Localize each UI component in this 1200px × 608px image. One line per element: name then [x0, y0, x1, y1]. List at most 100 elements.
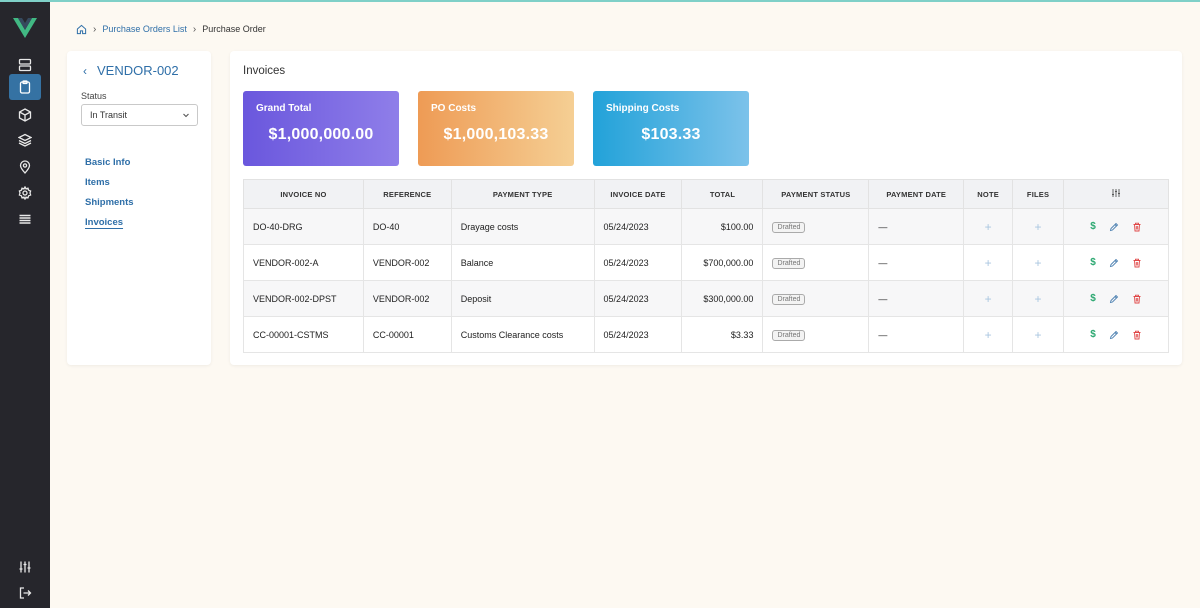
actions-cell: $ [1063, 208, 1169, 245]
payment-type-cell: Balance [450, 244, 595, 281]
add-note-icon[interactable]: + [985, 256, 992, 270]
column-header-reference[interactable]: REFERENCE [362, 179, 452, 209]
menu-basic-info[interactable]: Basic Info [85, 156, 134, 176]
files-cell: + [1012, 280, 1065, 317]
actions-cell: $ [1063, 244, 1169, 281]
breadcrumb-purchase-orders-list[interactable]: Purchase Orders List [102, 24, 187, 34]
sliders-icon[interactable] [9, 554, 41, 580]
add-note-icon[interactable]: + [985, 220, 992, 234]
note-cell: + [963, 280, 1014, 317]
edit-icon[interactable] [1109, 330, 1119, 340]
logout-icon[interactable] [9, 580, 41, 606]
location-icon[interactable] [9, 154, 41, 180]
actions-cell: $ [1063, 316, 1169, 353]
layers-icon[interactable] [9, 127, 41, 153]
delete-icon[interactable] [1132, 258, 1142, 268]
status-badge: Drafted [772, 329, 806, 341]
total-cell: $700,000.00 [681, 244, 764, 281]
column-header-files[interactable]: FILES [1012, 179, 1065, 209]
shipping-costs-label: Shipping Costs [606, 103, 680, 114]
status-select-value: In Transit [90, 110, 128, 120]
top-accent-line [0, 0, 1200, 2]
invoice-date-cell: 05/24/2023 [593, 244, 683, 281]
po-costs-value: $1,000,103.33 [443, 126, 549, 143]
add-file-icon[interactable]: + [1035, 292, 1042, 306]
add-file-icon[interactable]: + [1035, 256, 1042, 270]
status-badge: Drafted [772, 221, 806, 233]
home-icon[interactable] [76, 24, 87, 35]
column-header-invoice-date[interactable]: INVOICE DATE [593, 179, 683, 209]
po-costs-card: PO Costs $1,000,103.33 [418, 91, 574, 166]
menu-items[interactable]: Items [85, 176, 134, 196]
add-file-icon[interactable]: + [1035, 220, 1042, 234]
table-row: VENDOR-002-A VENDOR-002 Balance 05/24/20… [243, 244, 1169, 281]
back-chevron-icon[interactable]: ‹ [83, 64, 87, 78]
column-header-payment-date[interactable]: PAYMENT DATE [868, 179, 965, 209]
table-row: DO-40-DRG DO-40 Drayage costs 05/24/2023… [243, 208, 1169, 245]
invoices-table: INVOICE NO REFERENCE PAYMENT TYPE INVOIC… [243, 179, 1169, 353]
record-payment-icon[interactable]: $ [1090, 257, 1096, 268]
column-header-invoice-no[interactable]: INVOICE NO [243, 179, 364, 209]
reference-link[interactable]: DO-40 [362, 208, 452, 245]
table-header-row: INVOICE NO REFERENCE PAYMENT TYPE INVOIC… [243, 179, 1169, 209]
payment-status-cell: Drafted [762, 280, 870, 317]
column-header-payment-type[interactable]: PAYMENT TYPE [450, 179, 595, 209]
files-cell: + [1012, 244, 1065, 281]
status-label: Status [81, 91, 107, 101]
status-badge: Drafted [772, 257, 806, 269]
files-cell: + [1012, 208, 1065, 245]
total-cell: $300,000.00 [681, 280, 764, 317]
grand-total-card: Grand Total $1,000,000.00 [243, 91, 399, 166]
edit-icon[interactable] [1109, 258, 1119, 268]
column-header-payment-status[interactable]: PAYMENT STATUS [762, 179, 870, 209]
menu-shipments[interactable]: Shipments [85, 196, 134, 216]
payment-type-cell: Deposit [450, 280, 595, 317]
payment-date-cell: — [868, 280, 965, 317]
total-cell: $3.33 [681, 316, 764, 353]
vue-logo[interactable] [13, 16, 37, 40]
delete-icon[interactable] [1132, 222, 1142, 232]
list-icon[interactable] [9, 206, 41, 232]
invoice-date-cell: 05/24/2023 [593, 316, 683, 353]
edit-icon[interactable] [1109, 294, 1119, 304]
add-note-icon[interactable]: + [985, 328, 992, 342]
column-settings[interactable] [1063, 179, 1169, 209]
files-cell: + [1012, 316, 1065, 353]
payment-status-cell: Drafted [762, 208, 870, 245]
payment-date-cell: — [868, 208, 965, 245]
box-icon[interactable] [9, 102, 41, 128]
payment-type-cell: Customs Clearance costs [450, 316, 595, 353]
reference-link[interactable]: VENDOR-002 [362, 244, 452, 281]
shipping-costs-card: Shipping Costs $103.33 [593, 91, 749, 166]
add-file-icon[interactable]: + [1035, 328, 1042, 342]
table-row: VENDOR-002-DPST VENDOR-002 Deposit 05/24… [243, 280, 1169, 317]
column-header-note[interactable]: NOTE [963, 179, 1014, 209]
payment-date-cell: — [868, 316, 965, 353]
edit-icon[interactable] [1109, 222, 1119, 232]
table-row: CC-00001-CSTMS CC-00001 Customs Clearanc… [243, 316, 1169, 353]
menu-invoices[interactable]: Invoices [85, 216, 134, 236]
total-cell: $100.00 [681, 208, 764, 245]
status-badge: Drafted [772, 293, 806, 305]
column-header-total[interactable]: TOTAL [681, 179, 764, 209]
breadcrumb-separator: › [192, 23, 197, 35]
breadcrumb-current: Purchase Order [202, 24, 266, 34]
status-select[interactable]: In Transit [81, 104, 198, 126]
po-costs-label: PO Costs [431, 103, 477, 114]
clipboard-icon[interactable] [9, 74, 41, 100]
record-payment-icon[interactable]: $ [1090, 329, 1096, 340]
invoice-no-cell: VENDOR-002-DPST [243, 280, 364, 317]
add-note-icon[interactable]: + [985, 292, 992, 306]
invoice-no-cell: DO-40-DRG [243, 208, 364, 245]
column-settings-icon[interactable] [1111, 188, 1121, 198]
delete-icon[interactable] [1132, 330, 1142, 340]
reference-link[interactable]: CC-00001 [362, 316, 452, 353]
payment-status-cell: Drafted [762, 244, 870, 281]
payment-type-cell: Drayage costs [450, 208, 595, 245]
po-title: ‹ VENDOR-002 [83, 63, 179, 78]
settings-icon[interactable] [9, 180, 41, 206]
record-payment-icon[interactable]: $ [1090, 221, 1096, 232]
reference-link[interactable]: VENDOR-002 [362, 280, 452, 317]
record-payment-icon[interactable]: $ [1090, 293, 1096, 304]
delete-icon[interactable] [1132, 294, 1142, 304]
